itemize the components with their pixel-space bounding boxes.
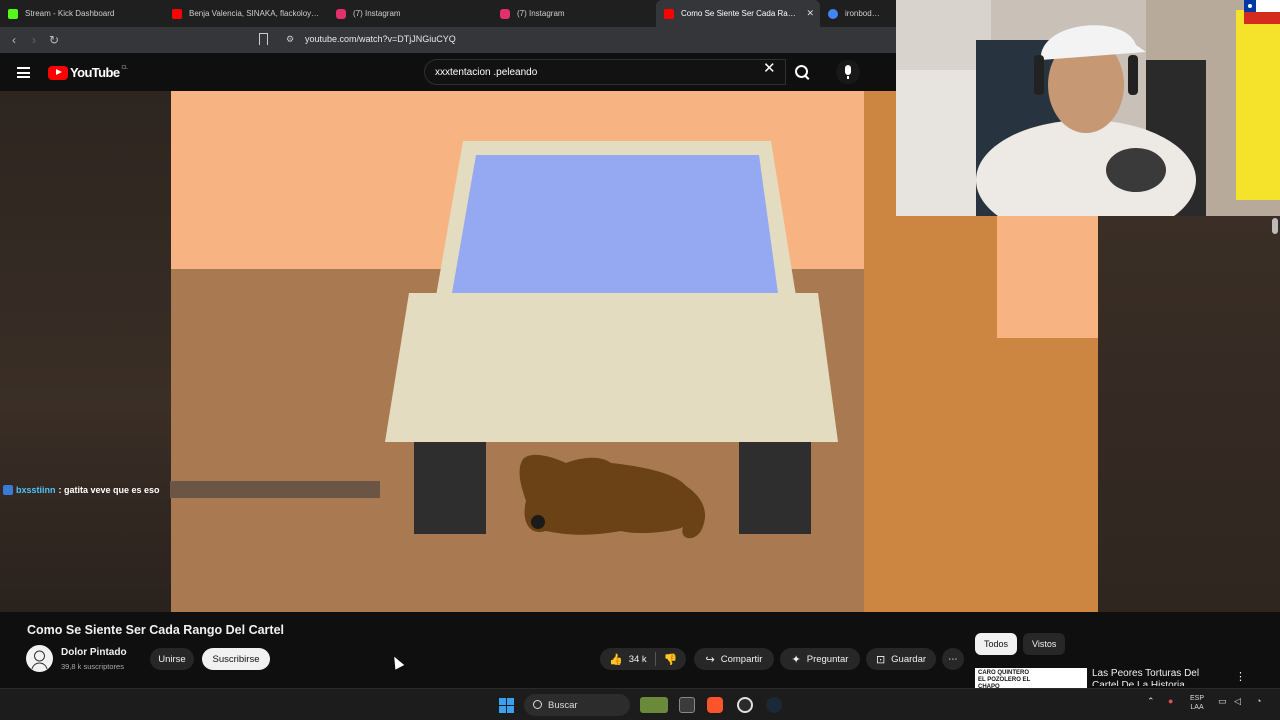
share-icon: ↪ bbox=[705, 653, 715, 666]
kick-icon bbox=[8, 8, 18, 19]
youtube-header: YouTube CL xxxtentacion .peleando ✕ bbox=[0, 53, 896, 91]
browser-tab[interactable]: ironbodrio - B bbox=[820, 0, 890, 27]
taskbar: Buscar ⌃ ● ESP LAA ▭ ◁ ◔ bbox=[0, 688, 1280, 720]
scrollbar-thumb[interactable] bbox=[1272, 218, 1278, 234]
file-explorer-icon[interactable] bbox=[679, 697, 695, 713]
language-bottom: LAA bbox=[1190, 704, 1204, 711]
sparkle-icon: ✦ bbox=[791, 653, 801, 666]
url-field[interactable]: youtube.com/watch?v=DTjJNGiuCYQ bbox=[305, 34, 456, 44]
recommendation-title[interactable]: Las Peores Torturas Del Cartel De La His… bbox=[1092, 668, 1227, 686]
share-button[interactable]: ↪ Compartir bbox=[694, 648, 774, 670]
ask-label: Preguntar bbox=[806, 653, 849, 665]
notification-bell-icon[interactable]: ◔ bbox=[1256, 696, 1261, 706]
save-label: Guardar bbox=[891, 653, 927, 665]
bookmark-save-icon: ⊡ bbox=[875, 653, 886, 666]
menu-icon[interactable] bbox=[17, 67, 30, 78]
tab-title: Stream - Kick Dashboard bbox=[25, 9, 115, 18]
browser-tab[interactable]: Benja Valencia, SINAKA, flackoloyal - bbox=[164, 0, 328, 27]
forward-icon[interactable]: › bbox=[24, 33, 44, 47]
browser-tab-strip: Stream - Kick Dashboard Benja Valencia, … bbox=[0, 0, 896, 27]
like-divider bbox=[654, 652, 656, 666]
mouse-cursor bbox=[389, 654, 405, 670]
search-input[interactable]: xxxtentacion .peleando bbox=[424, 59, 786, 85]
recommendation-thumbnail[interactable]: CARO QUINTERO EL POZOLERO EL CHAPO bbox=[975, 668, 1087, 688]
screen: Stream - Kick Dashboard Benja Valencia, … bbox=[0, 0, 1280, 720]
chat-username: bxsstiinn bbox=[16, 485, 56, 495]
save-button[interactable]: ⊡ Guardar bbox=[866, 648, 936, 670]
chat-badge-icon bbox=[3, 485, 13, 495]
youtube-logo-text: YouTube bbox=[70, 65, 120, 80]
channel-name[interactable]: Dolor Pintado bbox=[61, 647, 127, 658]
share-label: Compartir bbox=[720, 653, 763, 665]
ambient-left bbox=[0, 91, 171, 612]
youtube-play-icon bbox=[48, 65, 68, 80]
chat-message: bxsstiinn : gatita veve que es eso bbox=[0, 482, 160, 498]
avatar-drawing bbox=[31, 650, 48, 670]
ambient-right bbox=[1098, 216, 1280, 612]
subscriber-count: 39,8 k suscriptores bbox=[61, 662, 124, 671]
youtube-icon bbox=[664, 8, 674, 19]
back-icon[interactable]: ‹ bbox=[4, 33, 24, 47]
like-icon[interactable]: 👍 bbox=[609, 653, 623, 666]
search-button[interactable] bbox=[786, 59, 818, 85]
webcam-overlay bbox=[896, 0, 1280, 216]
google-icon bbox=[828, 8, 838, 19]
app-icon[interactable] bbox=[737, 697, 753, 713]
chile-flag-icon bbox=[1244, 0, 1280, 24]
volume-icon[interactable]: ◁ bbox=[1234, 696, 1241, 707]
chat-background bbox=[170, 481, 380, 498]
bookmark-icon[interactable] bbox=[259, 33, 268, 45]
instagram-icon bbox=[500, 8, 510, 19]
youtube-icon bbox=[172, 8, 182, 19]
taskbar-search-label: Buscar bbox=[548, 699, 578, 711]
network-icon[interactable]: ▭ bbox=[1218, 696, 1227, 707]
chat-text: : gatita veve que es eso bbox=[58, 485, 160, 495]
tab-title: Benja Valencia, SINAKA, flackoloyal - bbox=[189, 9, 320, 18]
recommendation-menu-icon[interactable]: ⋮ bbox=[1235, 670, 1246, 683]
more-actions-button[interactable]: ⋯ bbox=[942, 648, 964, 670]
youtube-logo[interactable]: YouTube CL bbox=[48, 65, 128, 80]
widgets-icon[interactable] bbox=[640, 697, 668, 713]
tray-chevron-icon[interactable]: ⌃ bbox=[1147, 696, 1155, 707]
windows-start-icon[interactable] bbox=[499, 698, 514, 713]
browser-tab[interactable]: (7) Instagram bbox=[328, 0, 492, 27]
subscribe-button[interactable]: Suscribirse bbox=[202, 648, 270, 670]
clear-search-icon[interactable]: ✕ bbox=[763, 61, 776, 77]
tab-title: ironbodrio - B bbox=[845, 9, 882, 18]
steam-icon[interactable] bbox=[766, 697, 782, 713]
taskbar-search[interactable]: Buscar bbox=[524, 694, 630, 716]
microphone-icon[interactable] bbox=[836, 60, 860, 84]
region-code: CL bbox=[121, 65, 128, 71]
tab-title: Como Se Siente Ser Cada Rango bbox=[681, 9, 800, 18]
site-info-icon[interactable]: ⚙ bbox=[286, 34, 294, 45]
like-dislike-group: 👍 34 k 👎 bbox=[600, 648, 686, 670]
browser-tab[interactable]: (7) Instagram bbox=[492, 0, 656, 27]
instagram-icon bbox=[336, 8, 346, 19]
tray-mic-icon[interactable]: ● bbox=[1168, 696, 1173, 706]
video-title: Como Se Siente Ser Cada Rango Del Cartel bbox=[27, 623, 285, 637]
language-top: ESP bbox=[1190, 695, 1205, 702]
close-tab-icon[interactable]: ✕ bbox=[806, 8, 814, 19]
reload-icon[interactable]: ↻ bbox=[44, 33, 64, 47]
thumbnail-text: CARO QUINTERO EL POZOLERO EL CHAPO bbox=[978, 670, 1031, 688]
chip-all[interactable]: Todos bbox=[975, 633, 1018, 655]
brave-browser-icon[interactable] bbox=[707, 697, 723, 713]
language-indicator[interactable]: ESP LAA bbox=[1190, 694, 1204, 712]
ask-button[interactable]: ✦ Preguntar bbox=[780, 648, 860, 670]
browser-tab-active[interactable]: Como Se Siente Ser Cada Rango ✕ bbox=[656, 0, 820, 27]
address-bar: ‹ › ↻ ⚙ youtube.com/watch?v=DTjJNGiuCYQ bbox=[0, 27, 896, 53]
tab-title: (7) Instagram bbox=[353, 9, 401, 18]
join-button[interactable]: Unirse bbox=[150, 648, 194, 670]
chip-watched[interactable]: Vistos bbox=[1023, 633, 1066, 655]
webcam-image bbox=[896, 0, 1280, 216]
browser-tab[interactable]: Stream - Kick Dashboard bbox=[0, 0, 164, 27]
channel-avatar[interactable] bbox=[26, 645, 53, 672]
dislike-icon[interactable]: 👎 bbox=[664, 653, 678, 666]
search-input-value: xxxtentacion .peleando bbox=[435, 67, 538, 78]
more-icon: ⋯ bbox=[948, 653, 958, 665]
tab-title: (7) Instagram bbox=[517, 9, 565, 18]
like-count[interactable]: 34 k bbox=[629, 654, 647, 665]
